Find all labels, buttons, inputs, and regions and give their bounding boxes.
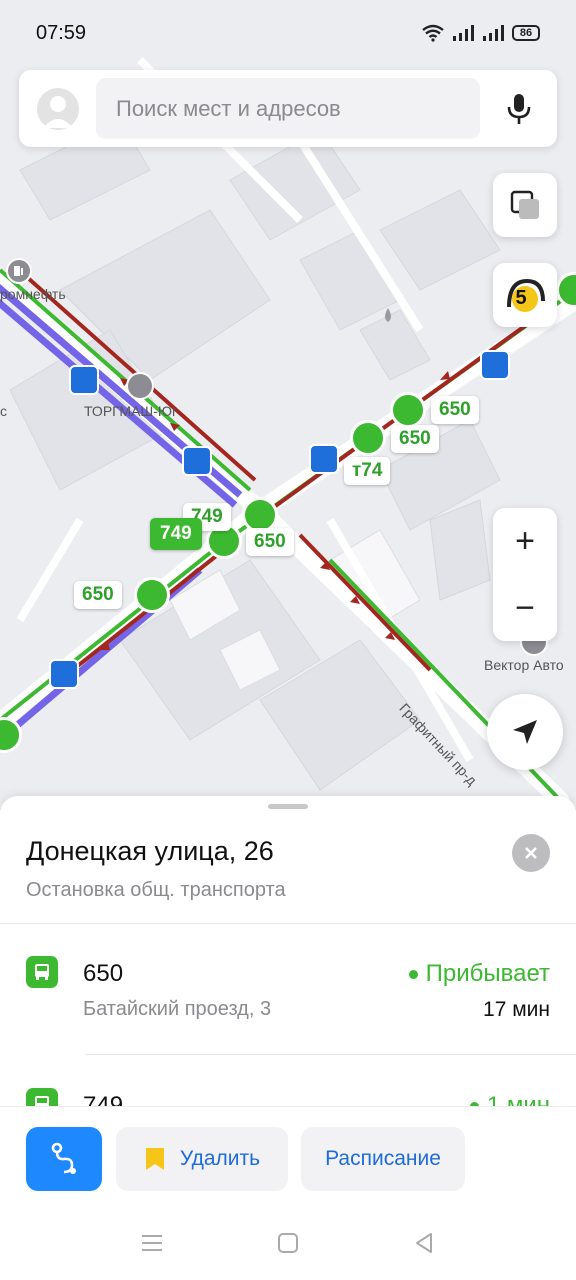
live-dot-icon: [408, 969, 418, 979]
car-service-icon[interactable]: [126, 372, 154, 400]
divider: [0, 923, 576, 924]
traffic-button[interactable]: 5: [493, 263, 557, 327]
system-nav-bar: [0, 1206, 576, 1280]
build-route-button[interactable]: [26, 1127, 102, 1191]
poi-label-vector: Вектор Авто: [484, 657, 564, 673]
delete-label: Удалить: [179, 1147, 261, 1170]
route-label-selected[interactable]: 749: [150, 518, 202, 550]
stop-title: Донецкая улица, 26: [26, 836, 274, 866]
status-icons: 86: [422, 24, 540, 42]
sheet-handle[interactable]: [268, 804, 308, 809]
arrival-status: Прибывает: [408, 960, 550, 988]
route-label[interactable]: 650: [246, 528, 294, 556]
search-input[interactable]: [96, 78, 480, 139]
route-icon: [51, 1142, 76, 1174]
search-bar: [19, 70, 557, 147]
clock: 07:59: [36, 22, 87, 44]
status-bar: 07:59 86: [0, 0, 576, 70]
tram-stop-icon[interactable]: [480, 350, 510, 380]
route-number: 650: [83, 960, 124, 987]
delete-bookmark-button[interactable]: Удалить: [116, 1127, 288, 1191]
poi-label-torgmash: ТОРГМАШ-Юг: [84, 403, 178, 419]
zoom-in-button[interactable]: +: [493, 508, 557, 574]
route-destination: Батайский проезд, 3: [83, 998, 272, 1020]
tram-stop-icon[interactable]: [49, 659, 79, 689]
menu-icon[interactable]: [138, 1230, 166, 1256]
avatar[interactable]: [37, 88, 79, 130]
bookmark-icon: [145, 1148, 164, 1170]
bus-icon: [26, 956, 58, 988]
schedule-label: Расписание: [325, 1147, 441, 1170]
route-row[interactable]: 650 Батайский проезд, 3 Прибывает 17 мин: [0, 956, 576, 1076]
arrival-minutes: 17 мин: [483, 998, 550, 1021]
traffic-level: 5: [515, 286, 527, 309]
poi-label-fuel: ромнефть: [0, 286, 66, 302]
route-label[interactable]: 650: [391, 425, 439, 453]
wifi-icon: [422, 24, 444, 42]
signal-icon: [483, 25, 504, 41]
navigation-arrow-icon: [513, 720, 537, 744]
home-icon[interactable]: [274, 1230, 302, 1256]
fuel-station-icon[interactable]: [6, 258, 32, 284]
stop-subtitle: Остановка общ. транспорта: [26, 879, 286, 901]
tram-stop-icon[interactable]: [309, 444, 339, 474]
back-icon[interactable]: [410, 1230, 438, 1256]
signal-icon: [453, 25, 474, 41]
close-icon: [525, 847, 537, 859]
close-button[interactable]: [512, 834, 550, 872]
zoom-controls: + −: [493, 508, 557, 641]
battery-icon: 86: [512, 25, 540, 41]
divider: [86, 1054, 576, 1055]
route-label[interactable]: т74: [344, 457, 391, 485]
schedule-button[interactable]: Расписание: [301, 1127, 465, 1191]
layers-button[interactable]: [493, 173, 557, 237]
zoom-out-button[interactable]: −: [493, 575, 557, 641]
arrival-status-text: Прибывает: [425, 960, 550, 987]
bus-stop-marker[interactable]: [390, 392, 426, 428]
bus-stop-marker[interactable]: [134, 577, 170, 613]
poi-label-partial: с: [0, 403, 7, 419]
route-label[interactable]: 650: [431, 396, 479, 424]
bus-stop-marker[interactable]: [350, 420, 386, 456]
action-bar: Удалить Расписание: [0, 1106, 576, 1206]
microphone-icon[interactable]: [503, 92, 535, 126]
tram-stop-icon[interactable]: [69, 365, 99, 395]
layers-icon: [510, 190, 539, 219]
tram-stop-icon[interactable]: [182, 446, 212, 476]
route-label[interactable]: 650: [74, 581, 122, 609]
my-location-button[interactable]: [487, 694, 563, 770]
